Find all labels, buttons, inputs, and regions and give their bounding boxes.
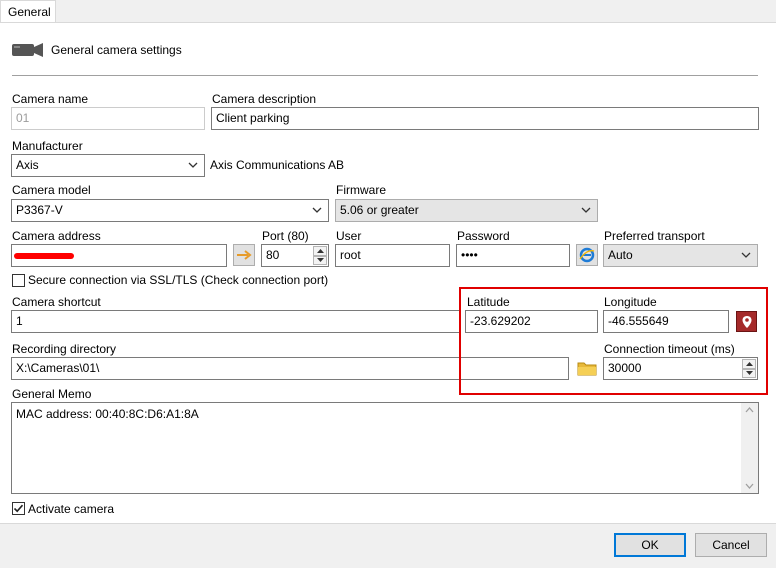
browser-button[interactable] bbox=[576, 244, 598, 266]
spin-down-button[interactable] bbox=[313, 255, 327, 265]
user-value: root bbox=[340, 248, 361, 262]
internet-explorer-icon bbox=[579, 247, 595, 263]
latitude-value: -23.629202 bbox=[470, 314, 531, 328]
manufacturer-value: Axis bbox=[16, 158, 39, 172]
camera-description-field[interactable]: Client parking bbox=[211, 107, 759, 130]
connection-timeout-stepper[interactable]: 30000 bbox=[603, 357, 758, 380]
section-divider bbox=[12, 75, 758, 76]
password-label: Password bbox=[457, 229, 510, 243]
spin-up-button[interactable] bbox=[313, 246, 327, 256]
spin-down-button[interactable] bbox=[742, 368, 756, 378]
firmware-label: Firmware bbox=[336, 183, 386, 197]
map-pin-icon bbox=[742, 315, 751, 328]
firmware-select[interactable]: 5.06 or greater bbox=[335, 199, 598, 222]
tab-general[interactable]: General bbox=[0, 0, 56, 23]
port-stepper[interactable]: 80 bbox=[261, 244, 329, 267]
general-memo-value: MAC address: 00:40:8C:D6:A1:8A bbox=[16, 407, 199, 421]
camera-model-value: P3367-V bbox=[16, 203, 63, 217]
camera-name-label: Camera name bbox=[12, 92, 89, 106]
manufacturer-full-name: Axis Communications AB bbox=[210, 158, 345, 172]
activate-camera-checkbox[interactable] bbox=[12, 502, 25, 515]
camera-name-value: 01 bbox=[16, 111, 30, 125]
arrow-up-icon bbox=[316, 248, 324, 253]
recording-directory-label: Recording directory bbox=[12, 342, 117, 356]
arrow-down-icon bbox=[316, 258, 324, 263]
camera-shortcut-label: Camera shortcut bbox=[12, 295, 101, 309]
longitude-value: -46.555649 bbox=[608, 314, 669, 328]
section-title: General camera settings bbox=[51, 43, 182, 57]
chevron-down-icon bbox=[188, 162, 198, 168]
user-field[interactable]: root bbox=[335, 244, 450, 267]
map-location-button[interactable] bbox=[736, 311, 757, 332]
go-arrow-button[interactable] bbox=[233, 244, 255, 266]
preferred-transport-select[interactable]: Auto bbox=[603, 244, 758, 267]
spin-up-button[interactable] bbox=[742, 359, 756, 369]
camera-name-field[interactable]: 01 bbox=[11, 107, 205, 130]
scroll-down-icon bbox=[745, 483, 754, 489]
camera-model-select[interactable]: P3367-V bbox=[11, 199, 329, 222]
arrow-down-icon bbox=[745, 371, 753, 376]
password-field[interactable]: •••• bbox=[456, 244, 570, 267]
camera-shortcut-value: 1 bbox=[16, 314, 23, 328]
scroll-up-icon bbox=[745, 407, 754, 413]
connection-timeout-value: 30000 bbox=[608, 361, 642, 375]
checkmark-icon bbox=[13, 504, 24, 513]
chevron-down-icon bbox=[312, 207, 322, 213]
secure-connection-checkbox[interactable] bbox=[12, 274, 25, 287]
recording-directory-value: X:\Cameras\01\ bbox=[16, 361, 100, 375]
general-memo-textarea[interactable]: MAC address: 00:40:8C:D6:A1:8A bbox=[11, 402, 759, 494]
camera-description-value: Client parking bbox=[216, 111, 290, 125]
user-label: User bbox=[336, 229, 362, 243]
latitude-field[interactable]: -23.629202 bbox=[465, 310, 598, 333]
firmware-value: 5.06 or greater bbox=[340, 203, 419, 217]
preferred-transport-value: Auto bbox=[608, 248, 633, 262]
ok-button-label: OK bbox=[641, 538, 659, 552]
redaction-mark bbox=[14, 253, 74, 259]
tab-general-label: General bbox=[8, 5, 51, 19]
browse-folder-button[interactable] bbox=[576, 357, 598, 379]
chevron-down-icon bbox=[741, 252, 751, 258]
memo-scrollbar[interactable] bbox=[741, 403, 758, 493]
camera-icon bbox=[12, 43, 44, 60]
cancel-button[interactable]: Cancel bbox=[695, 533, 767, 557]
connection-timeout-label: Connection timeout (ms) bbox=[604, 342, 735, 356]
secure-connection-label: Secure connection via SSL/TLS (Check con… bbox=[28, 273, 329, 287]
recording-directory-field[interactable]: X:\Cameras\01\ bbox=[11, 357, 569, 380]
latitude-label: Latitude bbox=[467, 295, 510, 309]
longitude-field[interactable]: -46.555649 bbox=[603, 310, 729, 333]
arrow-right-icon bbox=[237, 250, 252, 260]
camera-shortcut-field[interactable]: 1 bbox=[11, 310, 460, 333]
camera-address-label: Camera address bbox=[12, 229, 101, 243]
arrow-up-icon bbox=[745, 361, 753, 366]
folder-icon bbox=[577, 362, 597, 376]
longitude-label: Longitude bbox=[604, 295, 657, 309]
chevron-down-icon bbox=[581, 207, 591, 213]
preferred-transport-label: Preferred transport bbox=[604, 229, 705, 243]
ok-button[interactable]: OK bbox=[614, 533, 686, 557]
camera-model-label: Camera model bbox=[12, 183, 91, 197]
port-label: Port (80) bbox=[262, 229, 309, 243]
camera-description-label: Camera description bbox=[212, 92, 317, 106]
activate-camera-label: Activate camera bbox=[28, 502, 115, 516]
manufacturer-select[interactable]: Axis bbox=[11, 154, 205, 177]
port-value: 80 bbox=[266, 248, 280, 262]
manufacturer-label: Manufacturer bbox=[12, 139, 83, 153]
password-value: •••• bbox=[461, 248, 478, 262]
general-memo-label: General Memo bbox=[12, 387, 92, 401]
cancel-button-label: Cancel bbox=[712, 538, 750, 552]
